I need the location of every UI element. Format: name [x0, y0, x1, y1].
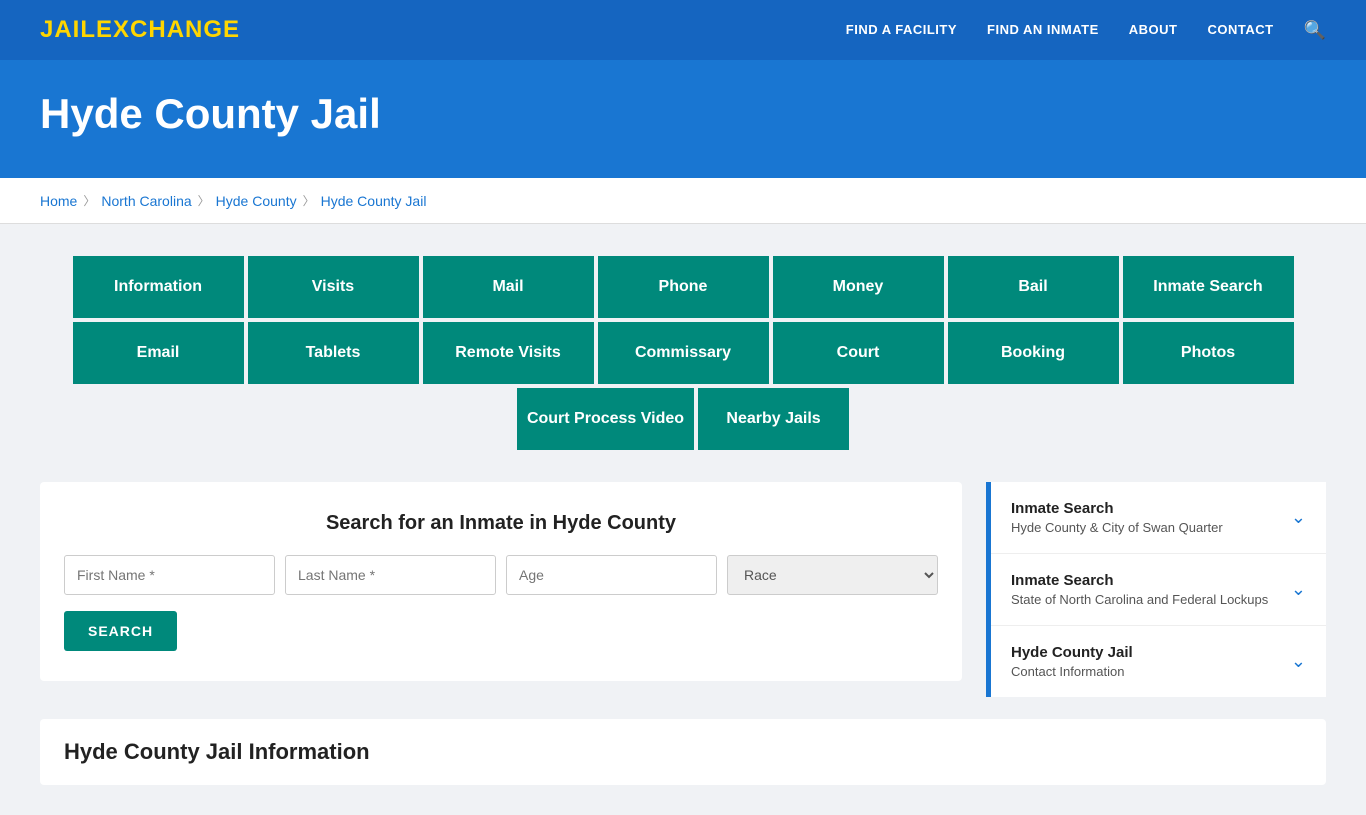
sidebar-item-text-1: Inmate Search Hyde County & City of Swan… — [1011, 500, 1223, 535]
sidebar-item-title-2: Inmate Search — [1011, 572, 1268, 589]
btn-visits[interactable]: Visits — [246, 254, 421, 320]
nav-find-inmate-link[interactable]: FIND AN INMATE — [987, 22, 1099, 37]
breadcrumb-jail[interactable]: Hyde County Jail — [321, 193, 427, 209]
logo-part2: XCHANGE — [113, 16, 240, 43]
btn-mail[interactable]: Mail — [421, 254, 596, 320]
race-select[interactable]: Race White Black Hispanic Asian Other — [727, 555, 938, 595]
button-row-2: Email Tablets Remote Visits Commissary C… — [40, 320, 1326, 386]
logo[interactable]: JAILEXCHANGE — [40, 16, 240, 44]
sidebar-item-text-2: Inmate Search State of North Carolina an… — [1011, 572, 1268, 607]
breadcrumb-bar: Home 〉 North Carolina 〉 Hyde County 〉 Hy… — [0, 178, 1366, 224]
chevron-down-icon-1: ⌄ — [1291, 507, 1306, 528]
nav-find-facility[interactable]: FIND A FACILITY — [846, 21, 957, 39]
breadcrumb-sep-2: 〉 — [198, 192, 210, 209]
btn-photos[interactable]: Photos — [1121, 320, 1296, 386]
navbar: JAILEXCHANGE FIND A FACILITY FIND AN INM… — [0, 0, 1366, 60]
sidebar-card: Inmate Search Hyde County & City of Swan… — [986, 482, 1326, 697]
chevron-down-icon-2: ⌄ — [1291, 579, 1306, 600]
sidebar-item-subtitle-1: Hyde County & City of Swan Quarter — [1011, 520, 1223, 535]
btn-bail[interactable]: Bail — [946, 254, 1121, 320]
sidebar-item-subtitle-3: Contact Information — [1011, 664, 1133, 679]
search-title: Search for an Inmate in Hyde County — [64, 512, 938, 535]
btn-money[interactable]: Money — [771, 254, 946, 320]
nav-about[interactable]: ABOUT — [1129, 21, 1178, 39]
sidebar-item-text-3: Hyde County Jail Contact Information — [1011, 644, 1133, 679]
sidebar-item-inmate-search-nc[interactable]: Inmate Search State of North Carolina an… — [991, 554, 1326, 626]
nav-contact[interactable]: CONTACT — [1207, 21, 1273, 39]
button-grid: Information Visits Mail Phone Money Bail… — [40, 254, 1326, 452]
main-content: Information Visits Mail Phone Money Bail… — [0, 224, 1366, 815]
section-title: Hyde County Jail Information — [64, 739, 1302, 765]
btn-tablets[interactable]: Tablets — [246, 320, 421, 386]
sidebar: Inmate Search Hyde County & City of Swan… — [986, 482, 1326, 699]
btn-email[interactable]: Email — [71, 320, 246, 386]
sidebar-item-subtitle-2: State of North Carolina and Federal Lock… — [1011, 592, 1268, 607]
btn-remote-visits[interactable]: Remote Visits — [421, 320, 596, 386]
breadcrumb-hyde[interactable]: Hyde County — [216, 193, 297, 209]
sidebar-item-inmate-search-hyde[interactable]: Inmate Search Hyde County & City of Swan… — [991, 482, 1326, 554]
search-button[interactable]: SEARCH — [64, 611, 177, 651]
nav-find-facility-link[interactable]: FIND A FACILITY — [846, 22, 957, 37]
page-title: Hyde County Jail — [40, 90, 1326, 138]
chevron-down-icon-3: ⌄ — [1291, 651, 1306, 672]
breadcrumb-sep-3: 〉 — [303, 192, 315, 209]
btn-commissary[interactable]: Commissary — [596, 320, 771, 386]
search-card: Search for an Inmate in Hyde County Race… — [40, 482, 962, 681]
button-row-3: Court Process Video Nearby Jails — [40, 386, 1326, 452]
page-bottom: Hyde County Jail Information — [40, 719, 1326, 785]
btn-court[interactable]: Court — [771, 320, 946, 386]
hero-section: Hyde County Jail — [0, 60, 1366, 178]
breadcrumb-nc[interactable]: North Carolina — [101, 193, 191, 209]
breadcrumb: Home 〉 North Carolina 〉 Hyde County 〉 Hy… — [40, 192, 1326, 209]
button-row-1: Information Visits Mail Phone Money Bail… — [40, 254, 1326, 320]
sidebar-item-contact-info[interactable]: Hyde County Jail Contact Information ⌄ — [991, 626, 1326, 697]
btn-inmate-search[interactable]: Inmate Search — [1121, 254, 1296, 320]
sidebar-item-title-1: Inmate Search — [1011, 500, 1223, 517]
nav-links: FIND A FACILITY FIND AN INMATE ABOUT CON… — [846, 20, 1326, 41]
logo-part1: JAIL — [40, 16, 96, 43]
search-fields: Race White Black Hispanic Asian Other — [64, 555, 938, 595]
btn-court-process-video[interactable]: Court Process Video — [515, 386, 696, 452]
btn-information[interactable]: Information — [71, 254, 246, 320]
last-name-input[interactable] — [285, 555, 496, 595]
nav-search-icon[interactable]: 🔍 — [1304, 20, 1326, 41]
nav-contact-link[interactable]: CONTACT — [1207, 22, 1273, 37]
lower-section: Search for an Inmate in Hyde County Race… — [40, 482, 1326, 699]
logo-highlight: E — [96, 16, 113, 43]
nav-find-inmate[interactable]: FIND AN INMATE — [987, 21, 1099, 39]
btn-booking[interactable]: Booking — [946, 320, 1121, 386]
sidebar-item-title-3: Hyde County Jail — [1011, 644, 1133, 661]
breadcrumb-sep-1: 〉 — [83, 192, 95, 209]
breadcrumb-home[interactable]: Home — [40, 193, 77, 209]
first-name-input[interactable] — [64, 555, 275, 595]
nav-about-link[interactable]: ABOUT — [1129, 22, 1178, 37]
btn-phone[interactable]: Phone — [596, 254, 771, 320]
btn-nearby-jails[interactable]: Nearby Jails — [696, 386, 851, 452]
age-input[interactable] — [506, 555, 717, 595]
